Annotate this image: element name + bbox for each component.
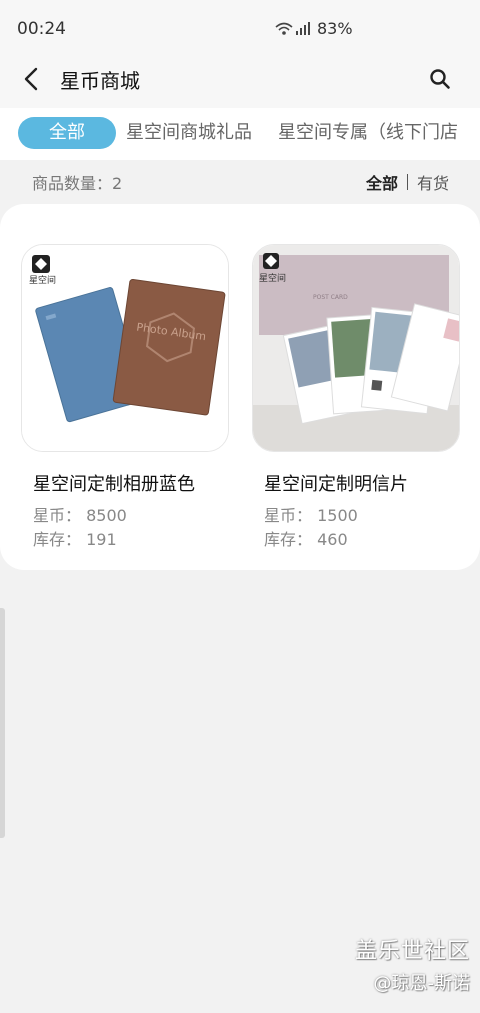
product-price: 星币： 8500 xyxy=(33,506,127,525)
tab-star-space-exclusive[interactable]: 星空间专属（线下门店 xyxy=(278,117,458,149)
status-icons: 83% xyxy=(275,19,353,38)
brand-logo xyxy=(32,255,50,273)
back-button[interactable] xyxy=(14,62,48,96)
search-button[interactable] xyxy=(424,62,456,96)
battery-percent: 83% xyxy=(317,19,353,38)
product-card[interactable]: POST CARD 星空间 星空间定制明信片 星币： 1500 库存： 460 xyxy=(252,244,460,549)
product-count: 商品数量：2 xyxy=(32,174,123,193)
product-image: Photo Album 星空间 xyxy=(21,244,229,452)
category-tabs: 全部 星空间商城礼品 星空间专属（线下门店 xyxy=(0,108,480,160)
filter-divider xyxy=(406,174,408,190)
page-title: 星币商城 xyxy=(60,69,140,93)
brand-logo-text: 星空间 xyxy=(29,274,56,286)
product-price: 星币： 1500 xyxy=(264,506,358,525)
status-time: 00:24 xyxy=(17,19,66,39)
product-image: POST CARD 星空间 xyxy=(252,244,460,452)
brand-logo-text: 星空间 xyxy=(259,272,286,284)
back-arrow-icon xyxy=(24,67,38,91)
product-name: 星空间定制明信片 xyxy=(264,474,408,495)
app-header: 星币商城 xyxy=(0,58,480,108)
tab-all[interactable]: 全部 xyxy=(18,117,116,149)
product-card[interactable]: Photo Album 星空间 星空间定制相册蓝色 星币： 8500 库存： 1… xyxy=(21,244,229,549)
product-name: 星空间定制相册蓝色 xyxy=(33,474,195,495)
postcard-envelope-text: POST CARD xyxy=(313,294,348,301)
filter-all-button[interactable]: 全部 xyxy=(366,170,398,194)
watermark-community: 盖乐世社区 xyxy=(354,939,470,964)
filter-in-stock-button[interactable]: 有货 xyxy=(417,170,449,194)
watermark-author: @琼恩-斯诺 xyxy=(373,973,471,994)
tab-star-space-gifts[interactable]: 星空间商城礼品 xyxy=(126,117,252,149)
status-bar: 00:24 83% xyxy=(0,0,480,58)
brand-logo xyxy=(263,253,279,269)
product-grid: Photo Album 星空间 星空间定制相册蓝色 星币： 8500 库存： 1… xyxy=(0,204,480,570)
product-stock: 库存： 191 xyxy=(33,530,117,549)
watermark: 盖乐世社区 @琼恩-斯诺 xyxy=(355,933,470,995)
summary-bar: 商品数量：2 全部 有货 xyxy=(0,160,480,202)
signal-icon xyxy=(296,22,310,35)
edge-panel-handle[interactable] xyxy=(0,608,5,838)
search-icon xyxy=(430,69,450,89)
stock-filter: 全部 有货 xyxy=(366,170,449,194)
wifi-icon xyxy=(275,22,293,35)
product-stock: 库存： 460 xyxy=(264,530,348,549)
